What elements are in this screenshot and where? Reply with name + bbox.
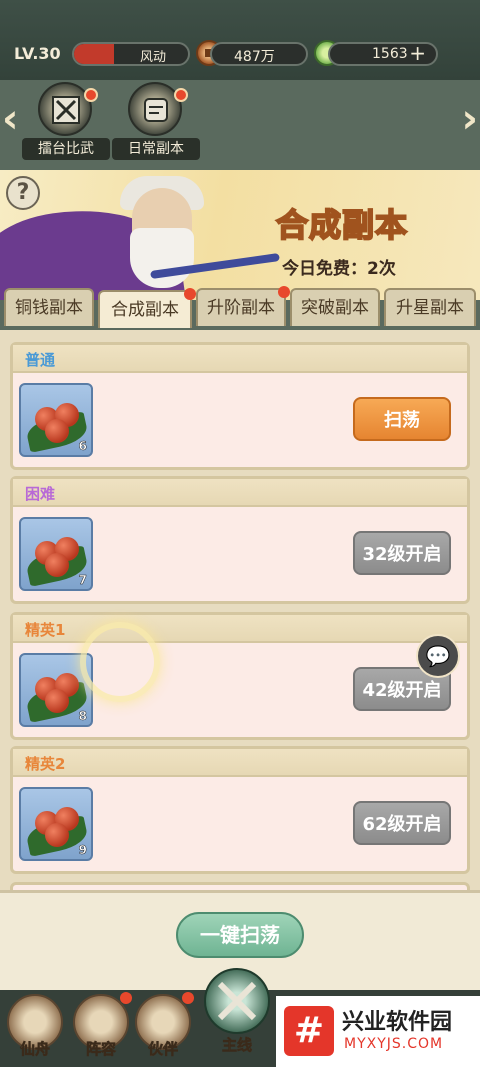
add-jade-button[interactable]: +	[409, 41, 426, 65]
item-count: 7	[78, 573, 87, 588]
reward-item[interactable]: 9	[19, 787, 93, 861]
activity-label: 擂台比武	[22, 138, 110, 160]
locked-button[interactable]: 32级开启	[353, 531, 451, 575]
tab-label: 升阶副本	[207, 298, 275, 318]
dungeon-list[interactable]: 普通 6 扫荡 困难 7 32级开启 精英1 8 42级开启 精英2 9 62级…	[0, 330, 480, 890]
locked-button[interactable]: 62级开启	[353, 801, 451, 845]
tab-label: 铜钱副本	[15, 298, 83, 318]
watermark-logo: #	[284, 1006, 334, 1056]
item-count: 8	[78, 709, 87, 724]
nav-main-story[interactable]: 主线	[200, 968, 274, 1067]
difficulty-label: 普通	[25, 351, 56, 369]
notification-dot	[84, 88, 98, 102]
free-attempts-text: 今日免费：2次	[282, 259, 396, 279]
nav-label: 主线	[221, 1036, 253, 1055]
exp-bar-label: 风动	[139, 50, 166, 65]
card-header: 精英2	[13, 749, 467, 777]
difficulty-label: 困难	[25, 485, 56, 503]
chat-icon[interactable]: 💬	[416, 634, 460, 678]
nav-label: 阵容	[85, 1040, 117, 1059]
card-header: 精英1	[13, 615, 467, 643]
touch-glow-effect	[80, 622, 160, 702]
nav-lineup[interactable]: 阵容	[70, 992, 132, 1064]
dungeon-card: 普通 6 扫荡	[10, 342, 470, 470]
tab-label: 合成副本	[111, 300, 179, 320]
scroll-icon	[128, 82, 182, 136]
item-count: 9	[78, 843, 87, 858]
player-level: LV.30	[14, 44, 61, 63]
reward-item[interactable]: 6	[19, 383, 93, 457]
tab-breakthrough[interactable]: 突破副本	[290, 288, 380, 326]
dungeon-card	[10, 882, 470, 890]
jade-value: 1563	[372, 46, 408, 62]
status-bar: LV.30 风动 487万 1563 +	[0, 0, 480, 80]
exp-bar-fill	[74, 44, 114, 64]
card-header: 普通	[13, 345, 467, 373]
banner-title: 合成副本	[275, 205, 409, 245]
dungeon-card: 精英1 8 42级开启	[10, 612, 470, 740]
sweep-button[interactable]: 扫荡	[353, 397, 451, 441]
exp-bar: 风动	[72, 42, 190, 66]
fruit-icon	[45, 689, 69, 713]
nav-label: 伙伴	[147, 1040, 179, 1059]
nav-partner[interactable]: 伙伴	[132, 992, 194, 1064]
arena-icon	[38, 82, 92, 136]
dungeon-card: 困难 7 32级开启	[10, 476, 470, 604]
tab-upgrade[interactable]: 升阶副本	[196, 286, 290, 326]
tab-label: 突破副本	[301, 298, 369, 318]
notification-dot	[278, 286, 290, 298]
one-key-sweep-button[interactable]: 一键扫荡	[176, 912, 304, 958]
crossed-swords-icon	[204, 968, 270, 1034]
nav-immortal-boat[interactable]: 仙舟	[4, 994, 66, 1064]
reward-item[interactable]: 7	[19, 517, 93, 591]
jade-counter[interactable]: 1563 +	[328, 41, 438, 66]
watermark-url: MYXYJS.COM	[344, 1036, 444, 1052]
activity-arena[interactable]: 擂台比武	[22, 82, 110, 162]
scroll-left-arrow-icon[interactable]: ‹	[2, 96, 18, 142]
watermark-title: 兴业软件园	[342, 1010, 453, 1035]
copper-value: 487万	[234, 49, 275, 65]
tab-synthesis[interactable]: 合成副本	[98, 288, 196, 328]
activity-daily-dungeon[interactable]: 日常副本	[112, 82, 200, 162]
copper-counter: 487万	[210, 42, 308, 66]
difficulty-label: 精英2	[25, 755, 66, 773]
dungeon-tabs: 铜钱副本 合成副本 升阶副本 突破副本 升星副本	[0, 286, 480, 328]
notification-dot	[184, 288, 196, 300]
difficulty-label: 精英1	[25, 621, 66, 639]
activity-label: 日常副本	[112, 138, 200, 160]
character-beard	[130, 228, 194, 288]
watermark: # 兴业软件园 MYXYJS.COM	[276, 996, 480, 1067]
tab-copper[interactable]: 铜钱副本	[4, 288, 94, 326]
fruit-icon	[45, 553, 69, 577]
scroll-right-arrow-icon[interactable]: ›	[462, 96, 478, 142]
nav-label: 仙舟	[19, 1040, 51, 1059]
tab-star-up[interactable]: 升星副本	[384, 288, 476, 326]
item-count: 6	[78, 439, 87, 454]
fruit-icon	[45, 419, 69, 443]
dungeon-card: 精英2 9 62级开启	[10, 746, 470, 874]
fruit-icon	[45, 823, 69, 847]
notification-dot	[182, 992, 194, 1004]
tab-label: 升星副本	[396, 298, 464, 318]
notification-dot	[120, 992, 132, 1004]
card-header: 困难	[13, 479, 467, 507]
help-button[interactable]: ?	[6, 176, 40, 210]
notification-dot	[174, 88, 188, 102]
